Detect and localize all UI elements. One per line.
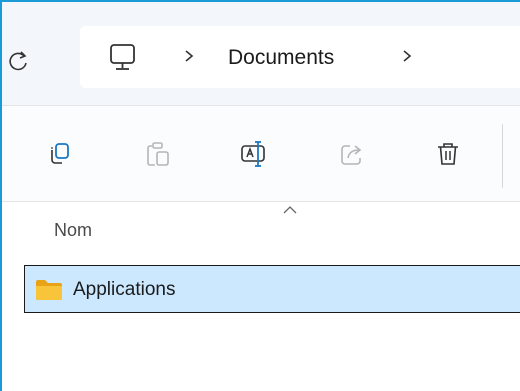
command-toolbar — [2, 106, 520, 202]
rename-button[interactable] — [236, 138, 272, 174]
file-explorer-window: Documents Nom Applications — [0, 0, 520, 391]
breadcrumb-documents[interactable]: Documents — [228, 46, 334, 70]
sort-ascending-icon — [282, 202, 298, 214]
folder-icon — [35, 279, 63, 301]
address-bar[interactable]: Documents — [80, 26, 520, 88]
chevron-right-icon[interactable] — [182, 44, 196, 68]
list-item-label: Applications — [73, 279, 176, 300]
delete-icon — [434, 140, 462, 173]
chevron-right-icon[interactable] — [400, 44, 414, 68]
refresh-icon[interactable] — [8, 50, 30, 72]
share-button[interactable] — [334, 138, 370, 174]
copy-button[interactable] — [42, 138, 78, 174]
rename-icon — [239, 139, 269, 174]
column-header[interactable]: Nom — [2, 202, 520, 258]
address-region: Documents — [2, 2, 520, 106]
toolbar-separator — [502, 124, 503, 188]
pc-icon[interactable] — [108, 42, 138, 74]
delete-button[interactable] — [430, 138, 466, 174]
share-icon — [338, 140, 366, 173]
column-name-header[interactable]: Nom — [54, 220, 92, 241]
paste-icon — [144, 140, 172, 173]
copy-icon — [46, 140, 74, 173]
list-item-applications[interactable]: Applications — [24, 265, 520, 313]
paste-button[interactable] — [140, 138, 176, 174]
